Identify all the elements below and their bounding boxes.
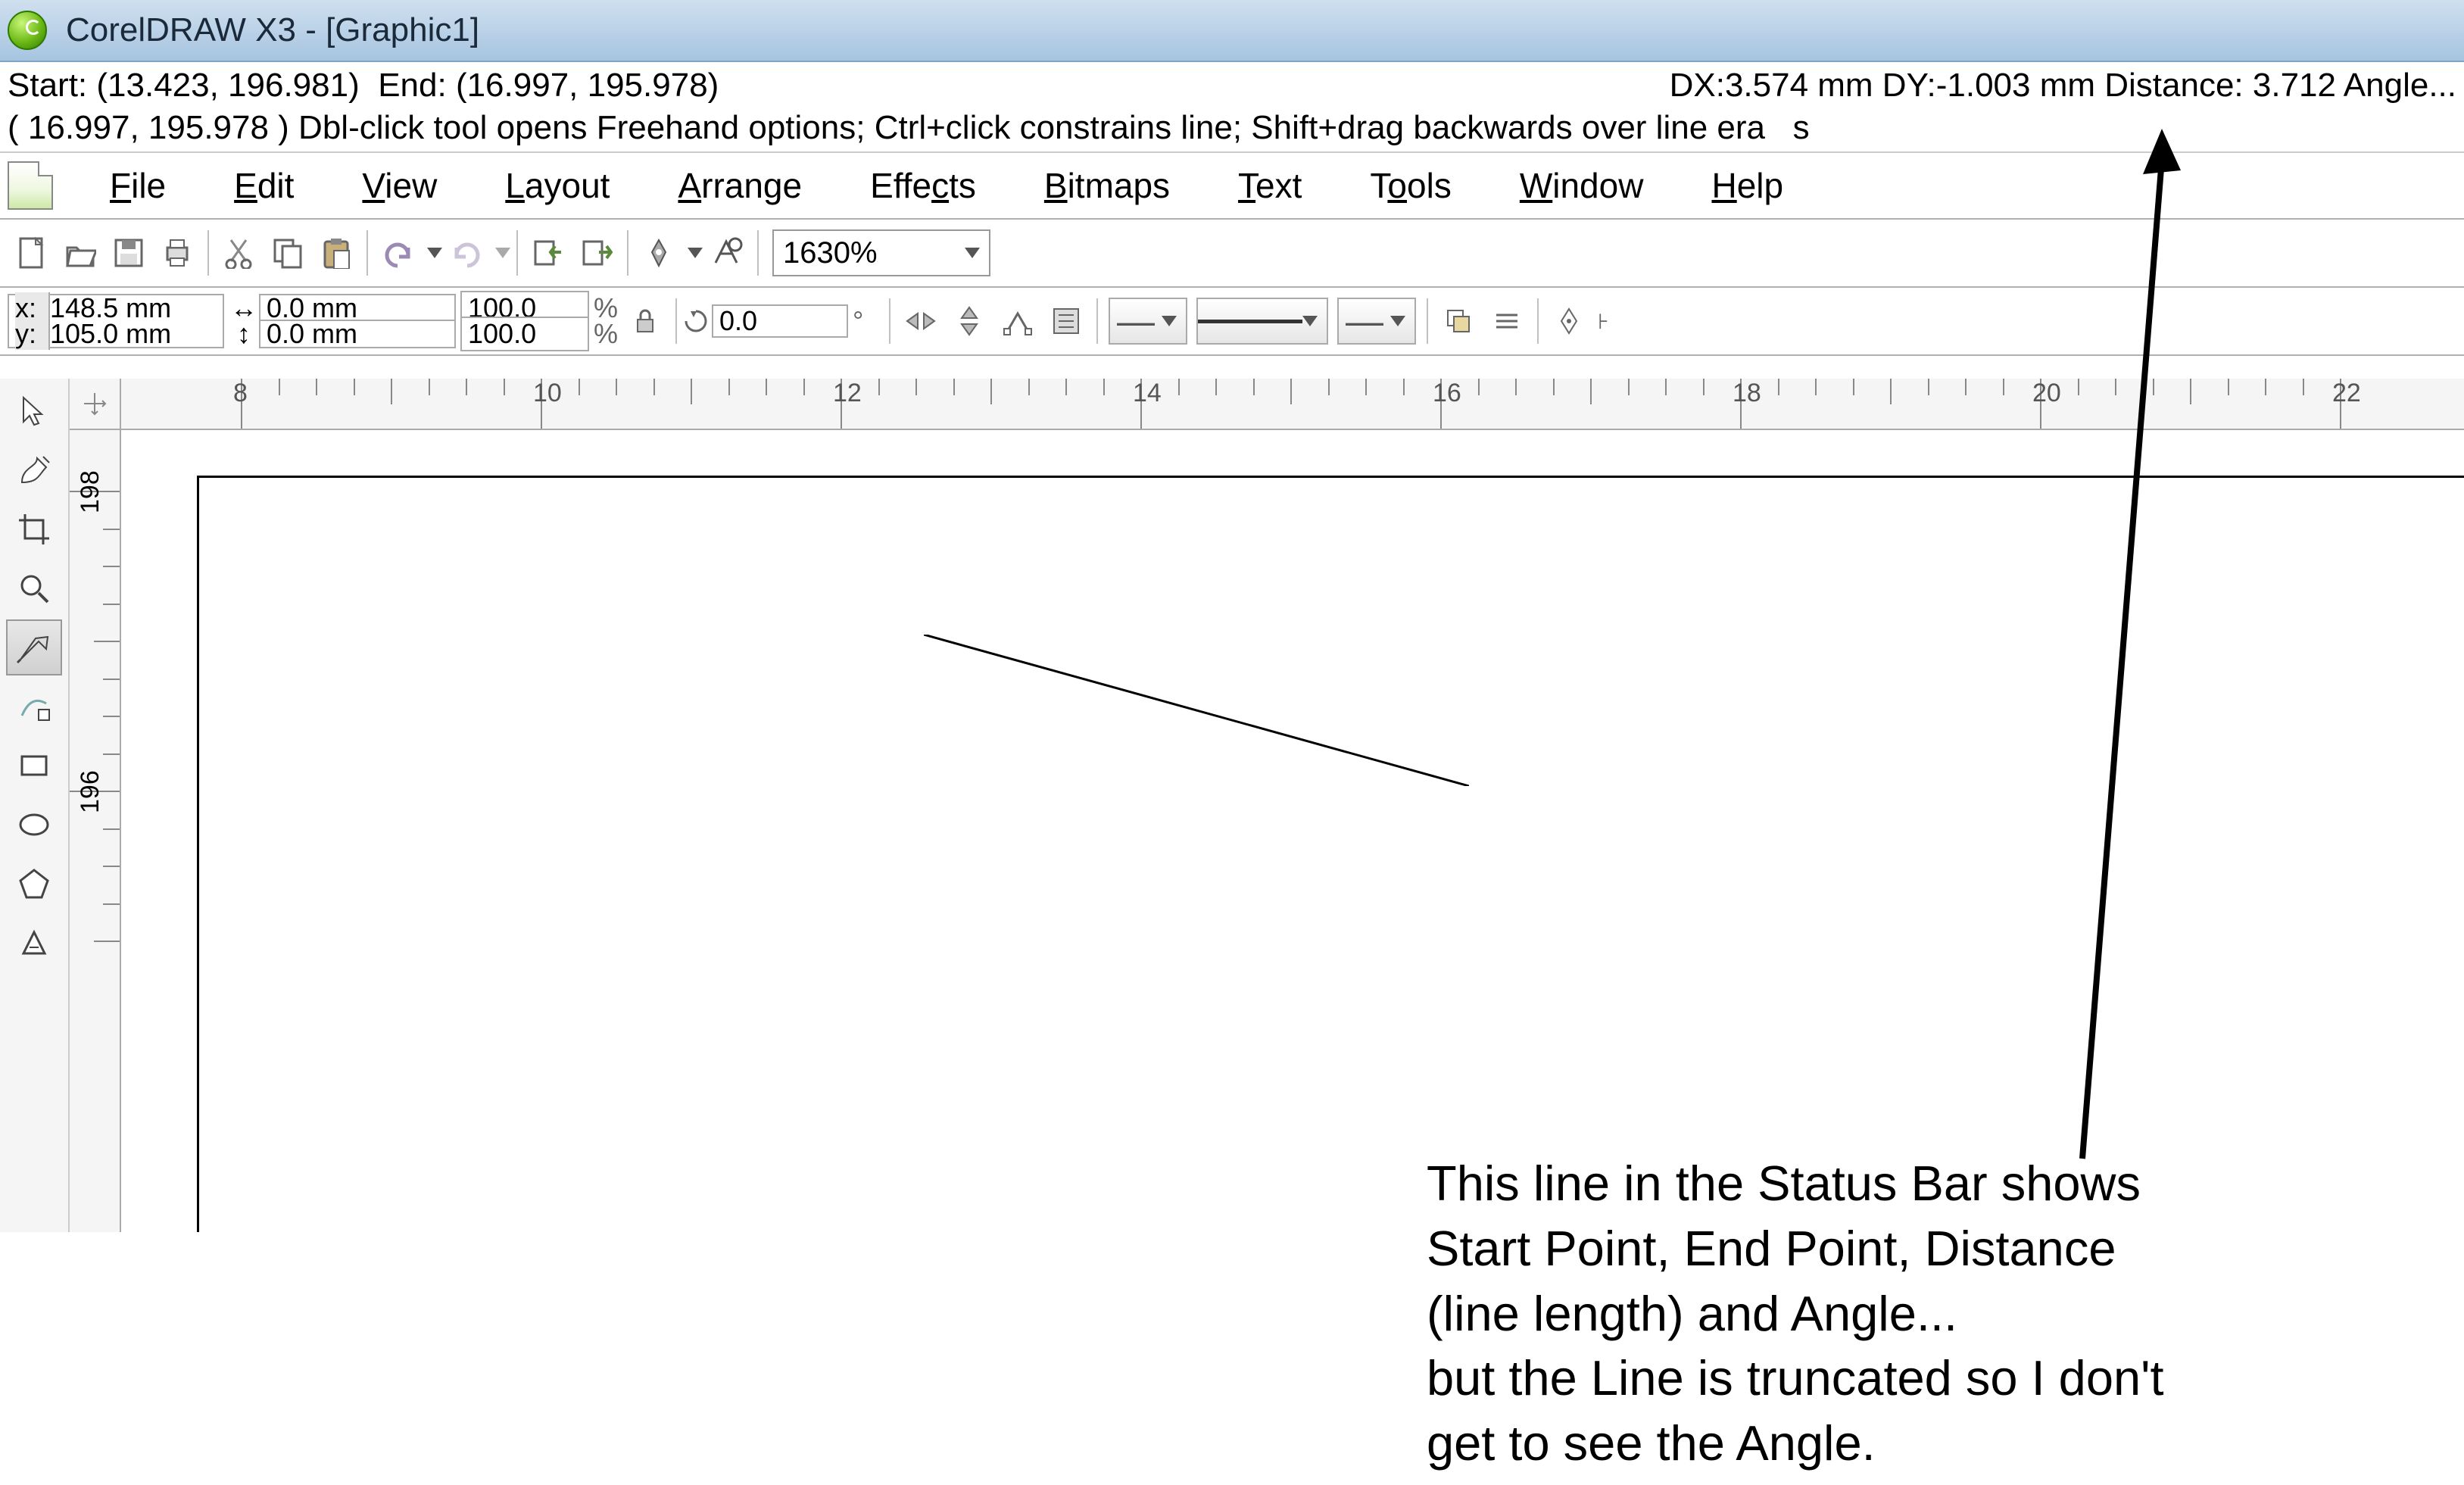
smart-drawing-tool[interactable] — [6, 679, 62, 735]
rectangle-tool[interactable] — [6, 738, 62, 794]
annotation-line-5: get to see the Angle. — [1427, 1411, 2456, 1476]
menu-edit[interactable]: Edit — [200, 158, 328, 214]
print-icon[interactable] — [155, 231, 199, 275]
status-dx-dy-dist: DX:3.574 mm DY:-1.003 mm Distance: 3.712… — [1670, 67, 2456, 105]
open-icon[interactable] — [58, 231, 102, 275]
mirror-v-icon[interactable] — [947, 299, 991, 343]
page-edge-top — [197, 476, 2464, 478]
convert-curve-icon[interactable] — [1547, 299, 1591, 343]
freehand-tool[interactable] — [6, 619, 62, 675]
menu-text[interactable]: Text — [1204, 158, 1336, 214]
app-icon — [8, 11, 47, 50]
annotation-line-3: (line length) and Angle... — [1427, 1281, 2456, 1346]
position-xy: x:148.5 mm y:105.0 mm — [8, 294, 224, 348]
document-icon[interactable] — [8, 161, 53, 210]
app-title: CorelDRAW X3 - [Graphic1] — [66, 11, 479, 49]
ellipse-tool[interactable] — [6, 797, 62, 853]
status-hint: ( 16.997, 195.978 ) Dbl-click tool opens… — [8, 109, 1810, 147]
redo-icon[interactable] — [444, 231, 488, 275]
property-bar: x:148.5 mm y:105.0 mm ↔0.0 mm ↕0.0 mm 10… — [0, 288, 2464, 356]
to-back-icon[interactable] — [1485, 299, 1529, 343]
polygon-tool[interactable] — [6, 856, 62, 912]
new-icon[interactable] — [10, 231, 54, 275]
truncated-toolbar-indicator: ⊦ — [1598, 309, 1609, 334]
menu-tools[interactable]: Tools — [1336, 158, 1485, 214]
size-h[interactable]: 0.0 mm — [259, 320, 456, 348]
basic-shapes-tool[interactable] — [6, 915, 62, 971]
vertical-ruler[interactable]: 198 196 — [70, 430, 121, 1232]
zoom-tool[interactable] — [6, 560, 62, 616]
hruler-label: 22 — [2332, 379, 2361, 408]
app-launcher-icon[interactable] — [637, 231, 681, 275]
export-icon[interactable] — [575, 231, 619, 275]
rotate-icon — [683, 308, 709, 334]
hruler-label: 14 — [1133, 379, 1162, 408]
menu-file[interactable]: File — [76, 158, 200, 214]
zoom-combo[interactable]: 1630% — [772, 229, 990, 276]
redo-dropdown[interactable] — [495, 248, 510, 258]
height-icon: ↕ — [229, 318, 259, 350]
hruler-label: 18 — [1733, 379, 1761, 408]
hruler-label: 8 — [233, 379, 248, 408]
copy-icon[interactable] — [266, 231, 310, 275]
shape-tool[interactable] — [6, 442, 62, 498]
snap-node-icon[interactable] — [996, 299, 1040, 343]
ruler-origin-icon[interactable] — [70, 379, 121, 429]
scale-y[interactable]: 100.0 — [460, 317, 589, 351]
crop-tool[interactable] — [6, 501, 62, 557]
pick-tool[interactable] — [6, 383, 62, 439]
scale: 100.0% 100.0% — [460, 295, 616, 347]
annotation-text: This line in the Status Bar shows Start … — [1427, 1151, 2456, 1476]
to-front-icon[interactable] — [1436, 299, 1480, 343]
wrap-paragraph-icon[interactable] — [1044, 299, 1088, 343]
hruler-label: 12 — [833, 379, 862, 408]
toolbox — [0, 379, 70, 1232]
title-bar: CorelDRAW X3 - [Graphic1] — [0, 0, 2464, 62]
annotation-line-2: Start Point, End Point, Distance — [1427, 1216, 2456, 1281]
vruler-label: 198 — [76, 470, 105, 513]
vruler-label: 196 — [76, 770, 105, 813]
menu-bar: File Edit View Layout Arrange Effects Bi… — [0, 153, 2464, 220]
hruler-label: 16 — [1433, 379, 1461, 408]
status-line-2: ( 16.997, 195.978 ) Dbl-click tool opens… — [0, 105, 2464, 153]
start-arrowhead-combo[interactable]: — — [1109, 298, 1187, 345]
menu-view[interactable]: View — [328, 158, 471, 214]
workspace: 8 10 12 14 16 18 20 22 198 196 — [0, 379, 2464, 1232]
hruler-label: 20 — [2032, 379, 2061, 408]
menu-window[interactable]: Window — [1486, 158, 1678, 214]
end-arrowhead-combo[interactable]: — — [1337, 298, 1416, 345]
import-icon[interactable] — [526, 231, 570, 275]
cut-icon[interactable] — [217, 231, 261, 275]
rotation-value[interactable]: 0.0 — [712, 304, 848, 338]
menu-arrange[interactable]: Arrange — [644, 158, 836, 214]
save-icon[interactable] — [107, 231, 151, 275]
undo-dropdown[interactable] — [427, 248, 442, 258]
pos-y[interactable]: 105.0 mm — [50, 318, 217, 350]
annotation-line-1: This line in the Status Bar shows — [1427, 1151, 2456, 1216]
menu-help[interactable]: Help — [1677, 158, 1817, 214]
page-edge-left — [197, 476, 199, 1232]
undo-icon[interactable] — [376, 231, 420, 275]
paste-icon[interactable] — [314, 231, 358, 275]
menu-bitmaps[interactable]: Bitmaps — [1010, 158, 1204, 214]
zoom-value: 1630% — [783, 236, 878, 270]
outline-width-combo[interactable] — [1196, 298, 1328, 345]
corel-online-icon[interactable] — [705, 231, 749, 275]
drawing-canvas[interactable] — [121, 430, 2464, 1232]
hruler-label: 10 — [533, 379, 562, 408]
status-line-1: Start: (13.423, 196.981) End: (16.997, 1… — [0, 62, 2464, 105]
lock-ratio-icon[interactable] — [623, 299, 667, 343]
status-start-end: Start: (13.423, 196.981) End: (16.997, 1… — [8, 67, 719, 105]
drawn-line-segment — [924, 635, 1469, 786]
annotation-line-4: but the Line is truncated so I don't — [1427, 1346, 2456, 1411]
app-launcher-dropdown[interactable] — [688, 248, 703, 258]
menu-effects[interactable]: Effects — [836, 158, 1010, 214]
mirror-h-icon[interactable] — [899, 299, 943, 343]
standard-toolbar: 1630% — [0, 220, 2464, 288]
horizontal-ruler[interactable]: 8 10 12 14 16 18 20 22 — [70, 379, 2464, 430]
rotation: 0.0 ° — [683, 304, 875, 338]
size-wh: ↔0.0 mm ↕0.0 mm — [229, 295, 456, 347]
menu-layout[interactable]: Layout — [471, 158, 644, 214]
